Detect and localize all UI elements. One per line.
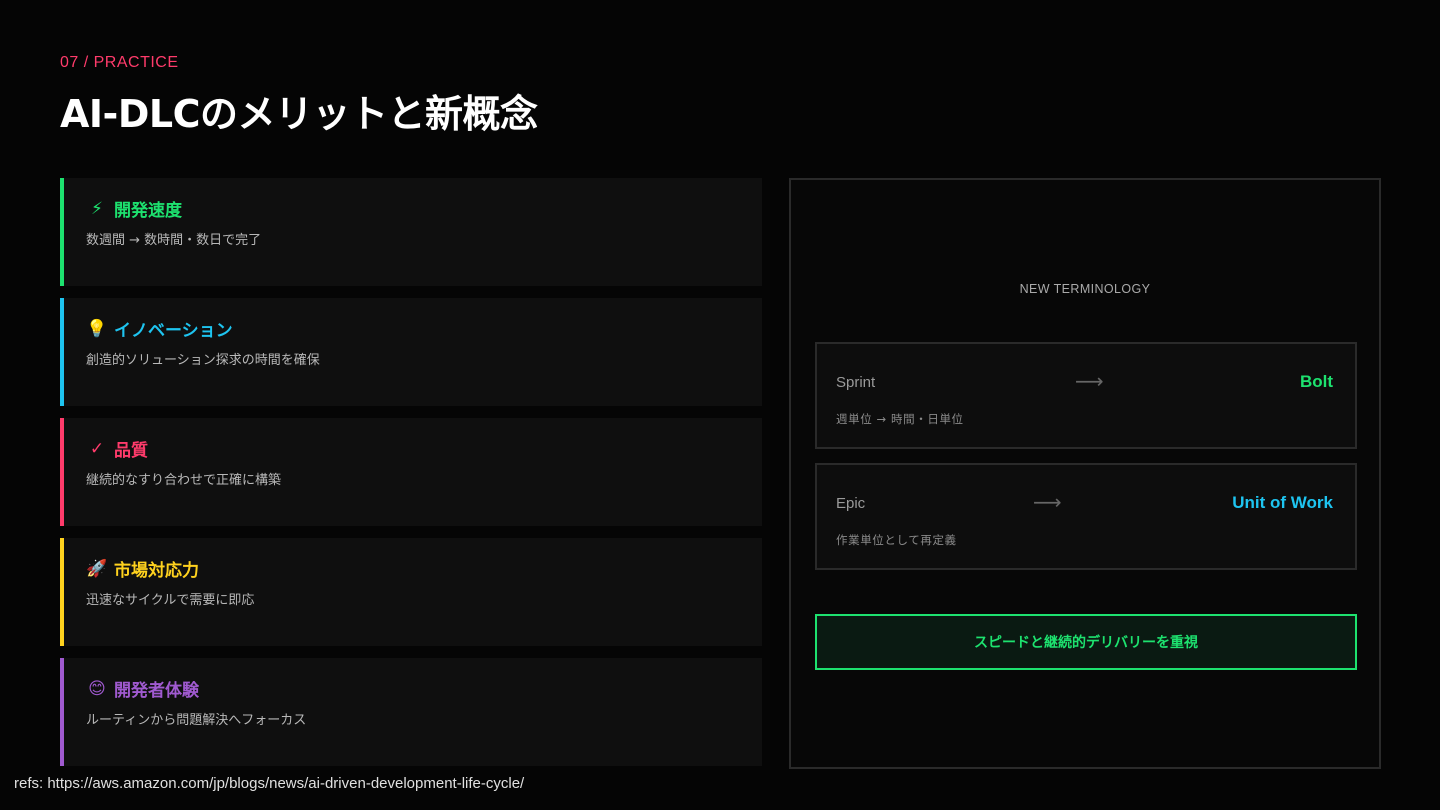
lightning-icon: ⚡ [91,198,103,219]
term-new: Bolt [1299,372,1333,391]
terminology-panel: NEW TERMINOLOGY Sprint ⟶ Bolt 週単位 → 時間・日… [789,178,1381,769]
section-kicker: 07 / PRACTICE [60,54,179,71]
term-card-epic: Epic ⟶ Unit of Work 作業単位として再定義 [815,463,1357,570]
smile-icon: 😊 [88,678,106,699]
term-card-sprint: Sprint ⟶ Bolt 週単位 → 時間・日単位 [815,342,1357,449]
benefit-heading: 😊 開発者体験 [86,676,199,702]
rocket-icon: 🚀 [86,558,108,579]
benefit-heading: ✓ 品質 [86,436,148,462]
benefit-card-devex: 😊 開発者体験 ルーティンから問題解決へフォーカス [60,658,762,766]
benefit-description: 数週間 → 数時間・数日で完了 [86,233,262,248]
term-new: Unit of Work [1232,493,1333,512]
benefit-title: 開発者体験 [114,681,199,701]
benefit-card-innovation: 💡 イノベーション 創造的ソリューション探求の時間を確保 [60,298,762,406]
term-old: Sprint [836,374,876,391]
benefit-description: ルーティンから問題解決へフォーカス [86,713,307,728]
benefit-heading: 💡 イノベーション [86,316,233,342]
page-title: AI-DLCのメリットと新概念 [60,92,538,136]
benefit-description: 継続的なすり合わせで正確に構築 [86,473,282,488]
benefit-heading: 🚀 市場対応力 [86,556,199,582]
term-old: Epic [836,495,866,512]
benefit-list: ⚡ 開発速度 数週間 → 数時間・数日で完了 💡 イノベーション 創造的ソリュー… [60,178,762,778]
reference-link[interactable]: refs: https://aws.amazon.com/jp/blogs/ne… [14,775,524,792]
benefit-title: 開発速度 [114,201,182,221]
benefit-title: 市場対応力 [114,561,199,581]
benefit-description: 創造的ソリューション探求の時間を確保 [86,353,320,368]
benefit-description: 迅速なサイクルで需要に即応 [86,593,255,608]
benefit-title: 品質 [114,441,148,461]
term-note: 作業単位として再定義 [836,533,957,547]
term-note: 週単位 → 時間・日単位 [836,412,964,426]
benefit-card-quality: ✓ 品質 継続的なすり合わせで正確に構築 [60,418,762,526]
speed-delivery-button[interactable]: スピードと継続的デリバリーを重視 [815,614,1357,670]
benefit-card-speed: ⚡ 開発速度 数週間 → 数時間・数日で完了 [60,178,762,286]
benefit-heading: ⚡ 開発速度 [86,196,182,222]
arrow-right-icon: ⟶ [1075,369,1104,393]
lightbulb-icon: 💡 [86,318,108,339]
benefit-card-market: 🚀 市場対応力 迅速なサイクルで需要に即応 [60,538,762,646]
checkmark-icon: ✓ [89,438,105,459]
arrow-right-icon: ⟶ [1033,490,1062,514]
terminology-title: NEW TERMINOLOGY [1019,282,1151,296]
benefit-title: イノベーション [114,321,233,341]
